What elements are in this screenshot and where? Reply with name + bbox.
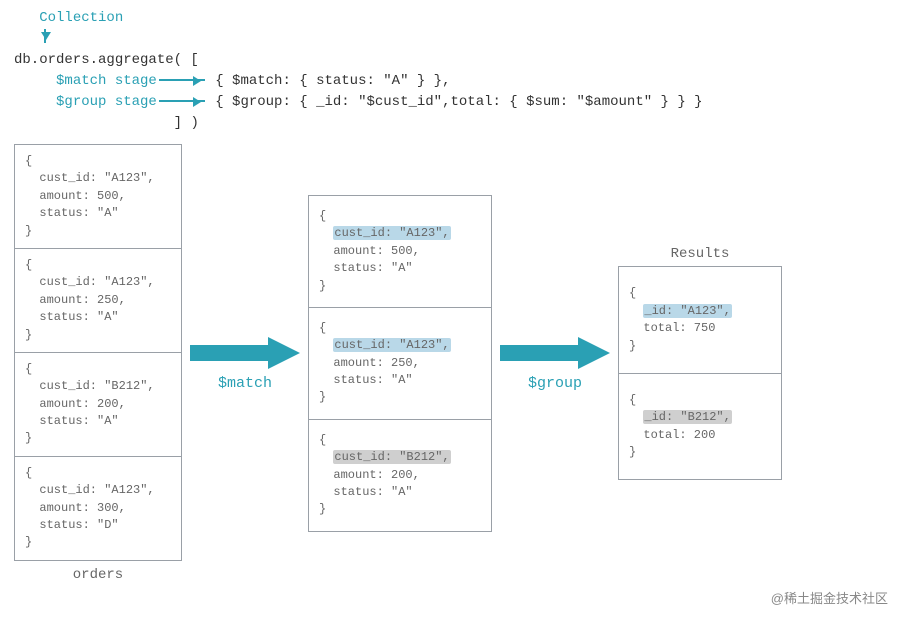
- doc-item: { cust_id: "B212", amount: 200, status: …: [15, 352, 181, 456]
- match-stage-code: { $match: { status: "A" } },: [215, 73, 450, 89]
- arrow-right-icon: [159, 79, 205, 81]
- results-caption: Results: [671, 246, 730, 262]
- pipeline-diagram: { cust_id: "A123", amount: 500, status: …: [14, 144, 892, 583]
- orders-stack: { cust_id: "A123", amount: 500, status: …: [14, 144, 182, 561]
- doc-item: { _id: "B212", total: 200 }: [619, 373, 781, 480]
- doc-item: { cust_id: "B212", amount: 200, status: …: [309, 419, 491, 531]
- arrow-down-icon: [44, 29, 46, 43]
- arrow-right-icon: [159, 100, 205, 102]
- matched-column: { cust_id: "A123", amount: 500, status: …: [308, 195, 492, 532]
- results-column: Results { _id: "A123", total: 750 }{ _id…: [618, 246, 782, 480]
- orders-column: { cust_id: "A123", amount: 500, status: …: [14, 144, 182, 583]
- arrow-right-fat-icon: [190, 335, 300, 371]
- match-arrow: $match: [188, 335, 302, 392]
- doc-item: { cust_id: "A123", amount: 500, status: …: [15, 145, 181, 248]
- group-stage-label: $group stage: [56, 94, 157, 110]
- orders-caption: orders: [73, 567, 123, 583]
- doc-item: { cust_id: "A123", amount: 250, status: …: [309, 307, 491, 419]
- results-stack: { _id: "A123", total: 750 }{ _id: "B212"…: [618, 266, 782, 480]
- code-header: Collection db.orders.aggregate( [ $match…: [14, 8, 892, 134]
- doc-item: { cust_id: "A123", amount: 250, status: …: [15, 248, 181, 352]
- watermark-text: @稀土掘金技术社区: [771, 588, 888, 607]
- group-stage-code: { $group: { _id: "$cust_id",total: { $su…: [215, 94, 702, 110]
- collection-label: Collection: [39, 10, 123, 26]
- aggregate-close: ] ): [174, 115, 199, 131]
- arrow-right-fat-icon: [500, 335, 610, 371]
- group-label: $group: [528, 375, 582, 392]
- match-label: $match: [218, 375, 272, 392]
- matched-stack: { cust_id: "A123", amount: 500, status: …: [308, 195, 492, 532]
- doc-item: { cust_id: "A123", amount: 300, status: …: [15, 456, 181, 560]
- group-arrow: $group: [498, 335, 612, 392]
- doc-item: { cust_id: "A123", amount: 500, status: …: [309, 196, 491, 307]
- aggregate-call: db.orders.aggregate( [: [14, 50, 892, 71]
- match-stage-label: $match stage: [56, 73, 157, 89]
- doc-item: { _id: "A123", total: 750 }: [619, 267, 781, 373]
